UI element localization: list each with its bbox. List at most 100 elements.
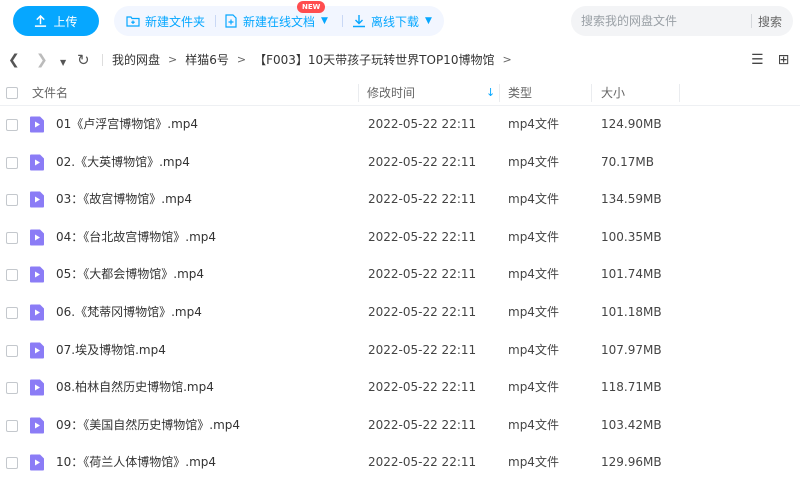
row-checkbox[interactable] xyxy=(6,194,18,207)
file-modified-time: 2022-05-22 22:11 xyxy=(368,117,477,131)
sort-descending-icon[interactable]: ↓ xyxy=(486,80,495,106)
file-size: 124.90MB xyxy=(601,117,662,131)
file-type: mp4文件 xyxy=(508,267,559,282)
chevron-down-icon: ▼ xyxy=(425,16,432,26)
breadcrumb-item-folder[interactable]: 样猫6号 xyxy=(185,52,229,68)
refresh-icon[interactable]: ↻ xyxy=(77,52,90,68)
file-modified-time: 2022-05-22 22:11 xyxy=(368,304,477,319)
upload-label: 上传 xyxy=(53,14,78,29)
table-row[interactable]: 06.《梵蒂冈博物馆》.mp4 2022-05-22 22:11 mp4文件 1… xyxy=(0,294,800,332)
toolbar: 上传 新建文件夹 新建在线文档 ▼ 离线下载 ▼ NEW 搜索 xyxy=(0,0,800,42)
file-modified-time: 2022-05-22 22:11 xyxy=(368,154,477,169)
column-header-name[interactable]: 文件名 xyxy=(32,80,68,106)
video-file-icon xyxy=(30,379,44,396)
table-row[interactable]: 10：《荷兰人体博物馆》.mp4 2022-05-22 22:11 mp4文件 … xyxy=(0,444,800,479)
file-size: 101.74MB xyxy=(601,267,662,282)
column-divider xyxy=(358,84,359,102)
file-name[interactable]: 06.《梵蒂冈博物馆》.mp4 xyxy=(56,294,202,332)
file-modified-time: 2022-05-22 22:11 xyxy=(368,229,477,244)
video-file-icon xyxy=(30,304,44,321)
breadcrumb-separator-icon: > xyxy=(236,53,247,66)
breadcrumb-item-root[interactable]: 我的网盘 xyxy=(112,52,160,68)
offline-download-button[interactable]: 离线下载 ▼ xyxy=(352,6,432,36)
file-name[interactable]: 01《卢浮宫博物馆》.mp4 xyxy=(56,106,198,144)
file-type: mp4文件 xyxy=(508,342,559,357)
new-folder-label: 新建文件夹 xyxy=(145,14,206,29)
row-checkbox[interactable] xyxy=(6,119,18,131)
video-file-icon xyxy=(30,417,44,434)
new-folder-button[interactable]: 新建文件夹 xyxy=(126,6,205,36)
toolbar-divider xyxy=(342,15,343,27)
search-button[interactable]: 搜索 xyxy=(752,13,782,30)
table-row[interactable]: 05：《大都会博物馆》.mp4 2022-05-22 22:11 mp4文件 1… xyxy=(0,256,800,294)
history-dropdown-icon[interactable]: ▼ xyxy=(60,55,66,71)
column-header-size[interactable]: 大小 xyxy=(601,80,625,106)
table-row[interactable]: 01《卢浮宫博物馆》.mp4 2022-05-22 22:11 mp4文件 12… xyxy=(0,106,800,144)
breadcrumb-separator-icon: > xyxy=(502,53,512,66)
chevron-down-icon: ▼ xyxy=(321,16,328,26)
row-checkbox[interactable] xyxy=(6,156,18,169)
folder-plus-icon xyxy=(126,16,140,27)
upload-icon xyxy=(35,14,47,27)
forward-arrow-icon[interactable]: ❯ xyxy=(36,52,48,68)
action-group: 新建文件夹 新建在线文档 ▼ 离线下载 ▼ xyxy=(114,6,444,36)
file-name[interactable]: 10：《荷兰人体博物馆》.mp4 xyxy=(56,444,216,479)
breadcrumb-separator-icon: > xyxy=(168,53,178,66)
column-header-time[interactable]: 修改时间 xyxy=(367,80,415,106)
row-checkbox[interactable] xyxy=(6,231,18,244)
file-type: mp4文件 xyxy=(508,380,559,395)
search-box: 搜索 xyxy=(571,6,793,36)
file-type: mp4文件 xyxy=(508,229,559,244)
file-name[interactable]: 09：《美国自然历史博物馆》.mp4 xyxy=(56,407,240,445)
table-row[interactable]: 08.柏林自然历史博物馆.mp4 2022-05-22 22:11 mp4文件 … xyxy=(0,369,800,407)
breadcrumb: 我的网盘 > 样猫6号 > 【F003】10天带孩子玩转世界TOP10博物馆 > xyxy=(112,52,512,68)
file-size: 134.59MB xyxy=(601,192,662,207)
file-size: 100.35MB xyxy=(601,229,662,244)
file-name[interactable]: 02.《大英博物馆》.mp4 xyxy=(56,144,190,182)
table-row[interactable]: 04：《台北故宫博物馆》.mp4 2022-05-22 22:11 mp4文件 … xyxy=(0,219,800,257)
toolbar-divider xyxy=(215,15,216,27)
offline-download-label: 离线下载 xyxy=(371,14,420,29)
file-modified-time: 2022-05-22 22:11 xyxy=(368,342,477,357)
search-input[interactable] xyxy=(571,14,751,28)
row-checkbox[interactable] xyxy=(6,306,18,319)
file-type: mp4文件 xyxy=(508,304,559,319)
select-all-checkbox[interactable] xyxy=(6,87,18,99)
document-plus-icon xyxy=(225,14,237,28)
new-online-doc-label: 新建在线文档 xyxy=(243,14,316,29)
row-checkbox[interactable] xyxy=(6,457,18,470)
file-name[interactable]: 08.柏林自然历史博物馆.mp4 xyxy=(56,369,214,407)
file-type: mp4文件 xyxy=(508,117,559,131)
video-file-icon xyxy=(30,454,44,471)
table-row[interactable]: 02.《大英博物馆》.mp4 2022-05-22 22:11 mp4文件 70… xyxy=(0,144,800,182)
file-name[interactable]: 04：《台北故宫博物馆》.mp4 xyxy=(56,219,216,257)
table-row[interactable]: 03：《故宫博物馆》.mp4 2022-05-22 22:11 mp4文件 13… xyxy=(0,181,800,219)
file-name[interactable]: 07.埃及博物馆.mp4 xyxy=(56,332,166,370)
column-header-type[interactable]: 类型 xyxy=(508,80,532,106)
grid-view-icon[interactable]: ⊞ xyxy=(778,52,790,68)
video-file-icon xyxy=(30,191,44,208)
nav-divider xyxy=(102,54,103,66)
video-file-icon xyxy=(30,154,44,171)
breadcrumb-item-current[interactable]: 【F003】10天带孩子玩转世界TOP10博物馆 xyxy=(254,52,494,68)
file-type: mp4文件 xyxy=(508,417,559,432)
new-badge: NEW xyxy=(297,1,326,13)
row-checkbox[interactable] xyxy=(6,344,18,357)
file-modified-time: 2022-05-22 22:11 xyxy=(368,192,477,207)
navigation-bar: ❮ ❯ ▼ ↻ 我的网盘 > 样猫6号 > 【F003】10天带孩子玩转世界TO… xyxy=(0,46,800,74)
back-arrow-icon[interactable]: ❮ xyxy=(8,52,20,68)
video-file-icon xyxy=(30,342,44,359)
table-row[interactable]: 07.埃及博物馆.mp4 2022-05-22 22:11 mp4文件 107.… xyxy=(0,332,800,370)
file-name[interactable]: 05：《大都会博物馆》.mp4 xyxy=(56,256,204,294)
file-name[interactable]: 03：《故宫博物馆》.mp4 xyxy=(56,181,192,219)
sort-list-icon[interactable]: ☰ xyxy=(751,52,764,68)
upload-button[interactable]: 上传 xyxy=(13,6,99,36)
column-divider xyxy=(499,84,500,102)
file-modified-time: 2022-05-22 22:11 xyxy=(368,267,477,282)
table-header: 文件名 修改时间 ↓ 类型 大小 xyxy=(0,80,800,106)
row-checkbox[interactable] xyxy=(6,419,18,432)
file-size: 107.97MB xyxy=(601,342,662,357)
table-row[interactable]: 09：《美国自然历史博物馆》.mp4 2022-05-22 22:11 mp4文… xyxy=(0,407,800,445)
row-checkbox[interactable] xyxy=(6,269,18,282)
row-checkbox[interactable] xyxy=(6,382,18,395)
